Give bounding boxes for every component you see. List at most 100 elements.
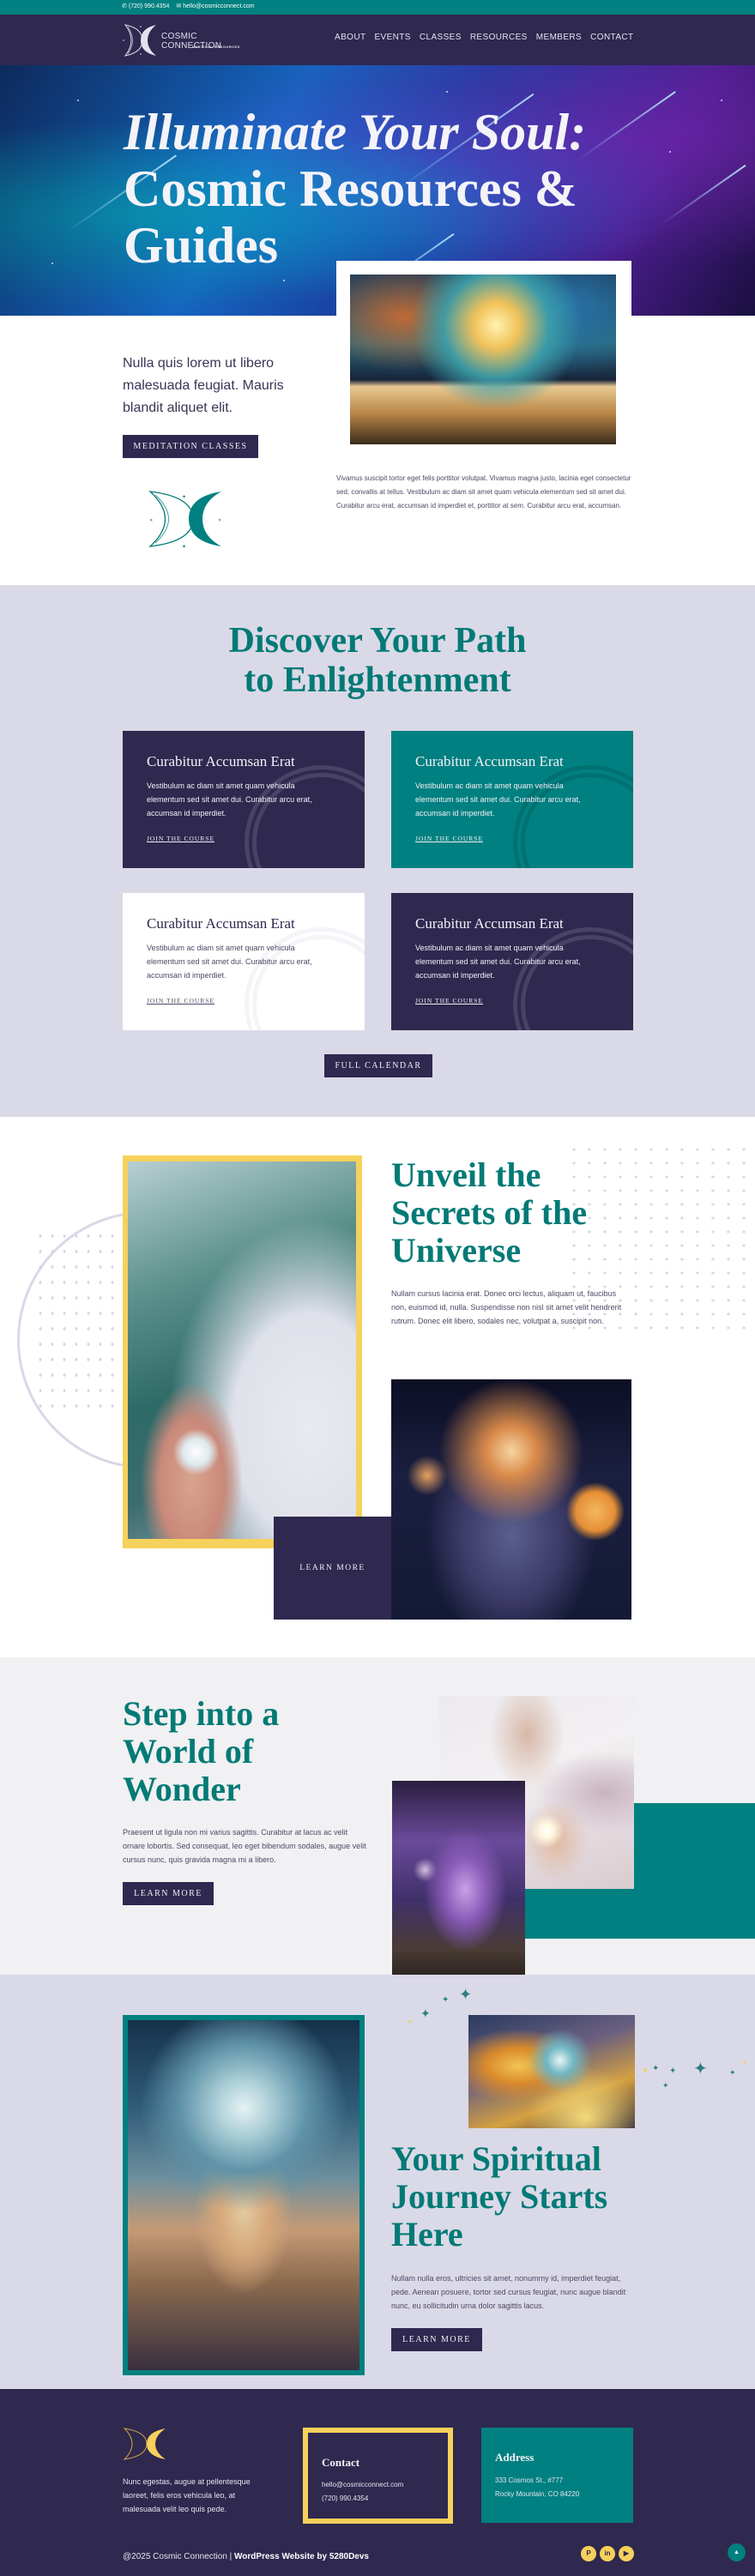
shooting-star <box>661 164 746 226</box>
footer-email-link[interactable]: hello@cosmicconnect.com <box>322 2481 403 2489</box>
copyright: @2025 Cosmic Connection | WordPress Webs… <box>123 2552 369 2561</box>
join-course-link[interactable]: JOIN THE COURSE <box>415 997 483 1004</box>
footer-address-box: Address 333 Cosmos St., #777 Rocky Mount… <box>481 2428 633 2523</box>
site-footer: Nunc egestas, augue at pellentesque laor… <box>0 2389 755 2576</box>
cosmic-figure-image <box>391 1379 631 1620</box>
step-title: Step into a World of Wonder <box>123 1694 280 1808</box>
sparkle-icon: ✦ <box>442 1995 450 2005</box>
nav-classes[interactable]: CLASSES <box>420 33 462 42</box>
crystal-hand-image <box>128 1161 356 1539</box>
portal-door-image <box>392 1781 525 1979</box>
card-title: Curabitur Accumsan Erat <box>415 915 564 932</box>
topbar-email[interactable]: ✉ hello@cosmicconnect.com <box>176 3 254 9</box>
nav-events[interactable]: EVENTS <box>374 33 410 42</box>
svg-text:✦: ✦ <box>182 494 186 500</box>
footer-about: Nunc egestas, augue at pellentesque laor… <box>123 2477 251 2513</box>
linkedin-icon[interactable]: in <box>600 2546 615 2561</box>
learn-more-button[interactable]: LEARN MORE <box>123 1882 214 1905</box>
svg-text:✕: ✕ <box>149 518 153 523</box>
site-logo[interactable]: COSMIC CONNECTION MYSTICAL RESOURCES <box>122 23 242 57</box>
social-links: P in ▶ <box>581 2546 634 2561</box>
logo-subtitle: MYSTICAL RESOURCES <box>192 45 240 49</box>
address-title: Address <box>495 2451 535 2464</box>
sparkle-icon: ✦ <box>459 1986 473 2003</box>
unveil-section: Unveil the Secrets of the Universe Nulla… <box>0 1117 755 1657</box>
star <box>51 262 53 264</box>
patreon-icon[interactable]: P <box>581 2546 596 2561</box>
course-card: Curabitur Accumsan Erat Vestibulum ac di… <box>123 893 365 1030</box>
step-section: Step into a World of Wonder Praesent ut … <box>0 1657 755 1979</box>
card-body: Vestibulum ac diam sit amet quam vehicul… <box>147 781 312 817</box>
topbar-phone[interactable]: ✆ (720) 990.4354 <box>122 3 169 9</box>
hero-title: Illuminate Your Soul: Cosmic Resources &… <box>124 104 587 274</box>
journey-section: ✦ ✦ ✦ ✦ ✦ ✦ ✦ ✦ ✦ ✦ ✦ Your Spiritual Jou… <box>0 1975 755 2389</box>
journey-title: Your Spiritual Journey Starts Here <box>391 2139 608 2253</box>
svg-text:✕: ✕ <box>218 518 221 523</box>
book-image-frame <box>336 261 631 451</box>
nav-contact[interactable]: CONTACT <box>590 33 633 42</box>
full-calendar-button[interactable]: FULL CALENDAR <box>324 1054 432 1077</box>
course-card: Curabitur Accumsan Erat Vestibulum ac di… <box>123 731 365 868</box>
cosmic-book-image <box>350 274 616 444</box>
address-line1: 333 Cosmos St., #777 <box>495 2476 564 2484</box>
unveil-body: Nullam cursus lacinia erat. Donec orci l… <box>391 1289 622 1325</box>
unveil-title: Unveil the Secrets of the Universe <box>391 1155 588 1270</box>
meditation-classes-button[interactable]: MEDITATION CLASSES <box>123 435 258 458</box>
youtube-icon[interactable]: ▶ <box>619 2546 634 2561</box>
crystal-hand-image-frame <box>123 1155 362 1548</box>
star <box>77 100 79 101</box>
cosmic-face-image <box>468 2015 635 2128</box>
discover-title: Discover Your Path to Enlightenment <box>228 621 527 700</box>
main-nav: ABOUT EVENTS CLASSES RESOURCES MEMBERS C… <box>335 33 634 42</box>
sparkle-icon: ✦ <box>742 2060 747 2066</box>
intro-lead: Nulla quis lorem ut libero malesuada feu… <box>123 356 284 415</box>
site-header: COSMIC CONNECTION MYSTICAL RESOURCES ABO… <box>0 15 755 65</box>
join-course-link[interactable]: JOIN THE COURSE <box>147 835 214 842</box>
sparkle-icon: ✦ <box>662 2081 669 2090</box>
envelope-icon: ✉ <box>176 3 182 9</box>
card-title: Curabitur Accumsan Erat <box>147 915 295 932</box>
step-body: Praesent ut ligula non mi varius sagitti… <box>123 1828 366 1864</box>
star <box>721 100 722 101</box>
top-contact-bar: ✆ (720) 990.4354 ✉ hello@cosmicconnect.com <box>0 0 755 15</box>
sparkle-icon: ✦ <box>669 2066 677 2076</box>
sparkle-icon: ✦ <box>652 2064 660 2073</box>
sparkle-icon: ✦ <box>642 2066 649 2076</box>
svg-text:✦: ✦ <box>182 544 186 550</box>
crescent-moons-icon <box>123 24 156 57</box>
learn-more-button[interactable]: LEARN MORE <box>274 1517 391 1620</box>
star <box>669 151 671 153</box>
nav-resources[interactable]: RESOURCES <box>470 33 528 42</box>
card-body: Vestibulum ac diam sit amet quam vehicul… <box>147 944 312 980</box>
journey-body: Nullam nulla eros, ultricies sit amet, n… <box>391 2274 626 2310</box>
teal-moons-icon: ✦ ✦ ✕ ✕ <box>148 491 221 550</box>
phone-icon: ✆ <box>122 3 127 9</box>
sparkle-icon: ✦ <box>729 2068 736 2077</box>
card-body: Vestibulum ac diam sit amet quam vehicul… <box>415 944 581 980</box>
gold-moons-icon <box>123 2428 166 2460</box>
footer-phone-link[interactable]: (720) 990.4354 <box>322 2495 368 2502</box>
footer-contact-box: Contact hello@cosmicconnect.com (720) 99… <box>303 2428 453 2524</box>
nav-members[interactable]: MEMBERS <box>536 33 582 42</box>
card-title: Curabitur Accumsan Erat <box>415 753 564 769</box>
intro-body: Vivamus suscipit tortor eget felis portt… <box>336 474 631 510</box>
course-card: Curabitur Accumsan Erat Vestibulum ac di… <box>391 893 633 1030</box>
address-line2: Rocky Mountain, CO 84220 <box>495 2490 580 2498</box>
learn-more-button[interactable]: LEARN MORE <box>391 2328 482 2351</box>
course-card: Curabitur Accumsan Erat Vestibulum ac di… <box>391 731 633 868</box>
credit-link[interactable]: WordPress Website by 5280Devs <box>234 2552 369 2561</box>
cosmic-city-image <box>128 2020 359 2370</box>
discover-section: Discover Your Path to Enlightenment Cura… <box>0 585 755 1117</box>
card-title: Curabitur Accumsan Erat <box>147 753 295 769</box>
sparkle-icon: ✦ <box>693 2060 708 2078</box>
contact-title: Contact <box>322 2456 360 2469</box>
card-body: Vestibulum ac diam sit amet quam vehicul… <box>415 781 581 817</box>
sparkle-icon: ✦ <box>420 2006 431 2020</box>
back-to-top-icon[interactable]: ▲ <box>728 2543 746 2561</box>
join-course-link[interactable]: JOIN THE COURSE <box>147 997 214 1004</box>
star <box>283 280 285 281</box>
nav-about[interactable]: ABOUT <box>335 33 365 42</box>
cosmic-city-image-frame <box>123 2015 365 2375</box>
join-course-link[interactable]: JOIN THE COURSE <box>415 835 483 842</box>
decorative-stars <box>34 1228 120 1417</box>
